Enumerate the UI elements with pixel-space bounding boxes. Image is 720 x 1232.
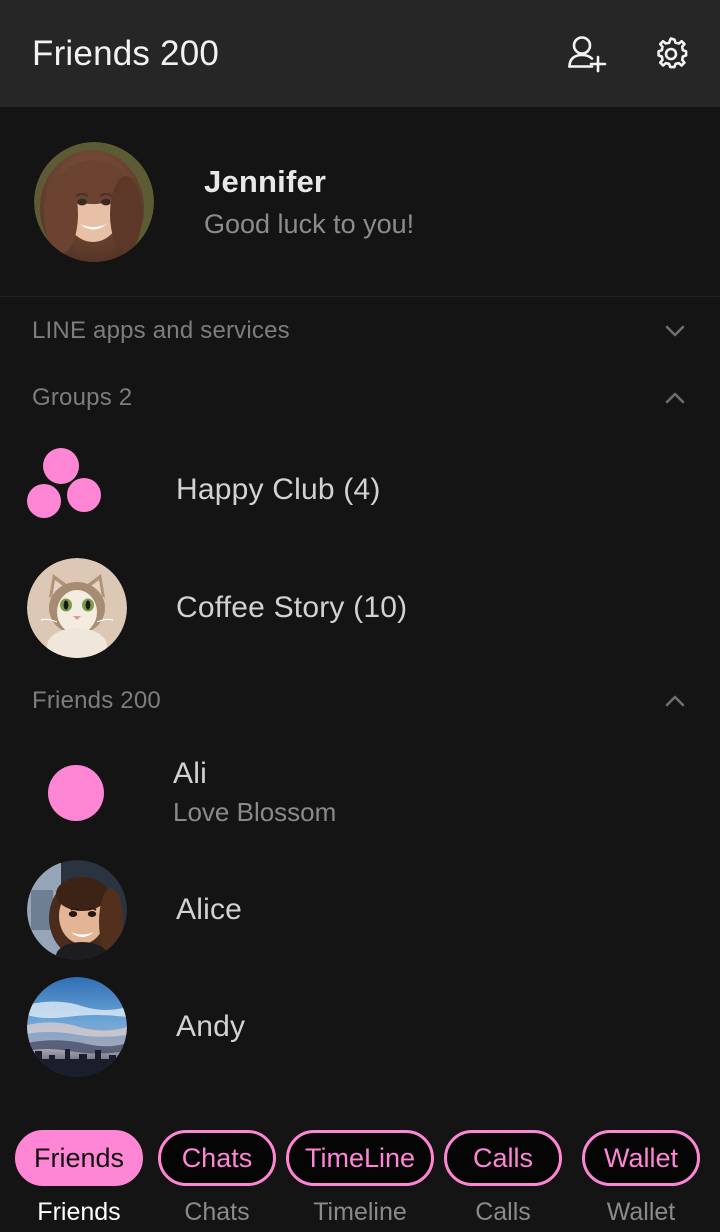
tab-wallet-label: Wallet xyxy=(606,1198,676,1226)
list-item[interactable]: Happy Club (4) xyxy=(0,431,720,549)
friend-name: Andy xyxy=(176,1009,246,1043)
chevron-up-icon[interactable] xyxy=(660,686,690,716)
app-header: Friends 200 xyxy=(0,0,720,107)
chevron-down-icon[interactable] xyxy=(660,316,690,346)
friend-name: Alice xyxy=(176,892,243,926)
section-friends[interactable]: Friends 200 xyxy=(0,667,720,734)
tab-chats[interactable]: Chats Chats xyxy=(148,1120,286,1227)
list-item-text: Alice xyxy=(176,893,242,927)
friend-status: Love Blossom xyxy=(173,797,337,827)
chevron-up-icon[interactable] xyxy=(660,383,690,413)
gear-icon[interactable] xyxy=(650,33,692,75)
friends-screen: Friends 200 Jennifer Good luck to you! L… xyxy=(0,0,720,1232)
list-item-text: Ali Love Blossom xyxy=(173,757,336,828)
list-item[interactable]: Ali Love Blossom xyxy=(0,734,720,851)
avatar[interactable] xyxy=(27,859,127,960)
section-groups[interactable]: Groups 2 xyxy=(0,364,720,431)
bottom-navigation: Friends Friends Chats Chats TimeLine Tim… xyxy=(0,1120,720,1232)
tab-timeline-pill[interactable]: TimeLine xyxy=(285,1130,435,1186)
list-item-text: Happy Club (4) xyxy=(176,473,381,507)
tab-chats-pill[interactable]: Chats xyxy=(157,1130,276,1186)
tab-calls-pill[interactable]: Calls xyxy=(444,1130,562,1186)
profile-name: Jennifer xyxy=(204,163,327,199)
tab-calls-label: Calls xyxy=(475,1198,531,1226)
section-friends-label: Friends 200 xyxy=(32,686,161,714)
tab-chats-label: Chats xyxy=(184,1198,250,1226)
tab-wallet[interactable]: Wallet Wallet xyxy=(572,1120,710,1227)
group-name: Coffee Story (10) xyxy=(176,591,408,624)
friend-name: Ali xyxy=(173,757,207,790)
tab-calls[interactable]: Calls Calls xyxy=(434,1120,572,1227)
avatar[interactable] xyxy=(34,141,154,262)
avatar[interactable] xyxy=(48,764,104,821)
list-item[interactable]: Coffee Story (10) xyxy=(0,549,720,667)
section-apps-and-services[interactable]: LINE apps and services xyxy=(0,297,720,364)
list-item[interactable]: Andy xyxy=(0,968,720,1085)
add-person-icon[interactable] xyxy=(566,33,608,75)
profile-status: Good luck to you! xyxy=(204,208,415,239)
profile-row[interactable]: Jennifer Good luck to you! xyxy=(0,107,720,297)
section-groups-label: Groups 2 xyxy=(32,383,133,411)
profile-text: Jennifer Good luck to you! xyxy=(204,164,414,240)
list-item-text: Andy xyxy=(176,1010,245,1044)
tab-timeline[interactable]: TimeLine Timeline xyxy=(285,1120,435,1227)
section-apps-label: LINE apps and services xyxy=(32,316,290,344)
list-item-text: Coffee Story (10) xyxy=(176,591,407,625)
tab-friends-pill[interactable]: Friends xyxy=(14,1130,143,1186)
avatar[interactable] xyxy=(27,558,127,658)
tab-wallet-pill[interactable]: Wallet xyxy=(581,1130,700,1186)
group-dots-icon xyxy=(27,440,127,540)
group-name: Happy Club (4) xyxy=(176,473,381,506)
page-title: Friends 200 xyxy=(32,33,220,73)
tab-friends-label: Friends xyxy=(37,1198,121,1226)
avatar[interactable] xyxy=(27,976,127,1077)
header-actions xyxy=(566,33,692,75)
tab-friends[interactable]: Friends Friends xyxy=(10,1120,148,1227)
list-item[interactable]: Alice xyxy=(0,851,720,968)
tab-timeline-label: Timeline xyxy=(313,1198,407,1226)
